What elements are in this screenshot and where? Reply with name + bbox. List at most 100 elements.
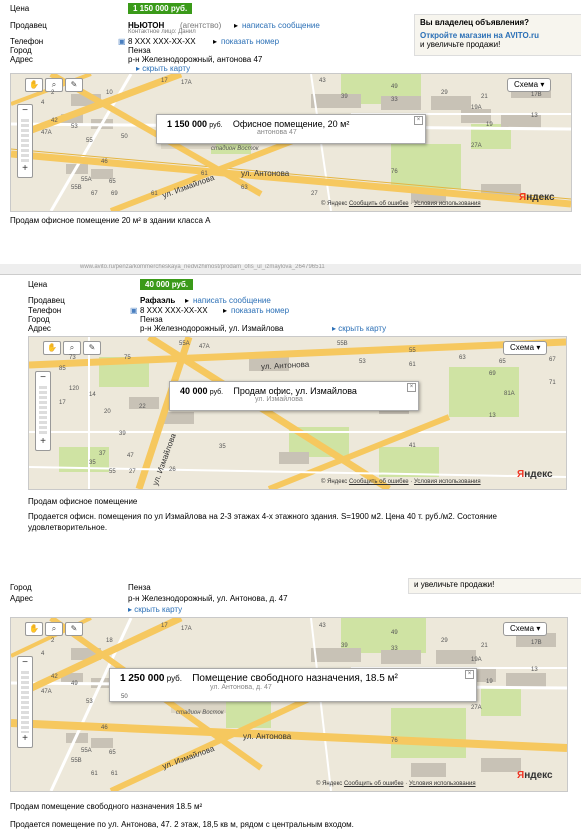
terms-link[interactable]: Условия использования — [414, 201, 481, 207]
address-label: Адрес — [28, 324, 51, 333]
zoom-slider[interactable] — [21, 671, 29, 733]
zoom-out-button[interactable]: − — [18, 105, 32, 117]
house-number-label: 17 — [59, 399, 66, 406]
address-value: р-н Железнодорожный, ул. Антонова, д. 47 — [128, 594, 288, 603]
write-message-link[interactable]: написать сообщение — [242, 21, 320, 30]
zoom-out-button[interactable]: − — [18, 657, 32, 669]
house-number-label: 61 — [201, 170, 208, 177]
yandex-logo: Яндекс — [517, 469, 553, 480]
house-number-label: 55A — [81, 177, 92, 184]
balloon-currency: руб. — [209, 389, 224, 396]
house-number-label: 49 — [391, 83, 398, 90]
hand-tool-icon[interactable]: ✋ — [25, 622, 43, 636]
map-type-label: Схема — [510, 343, 535, 352]
balloon-title: Помещение свободного назначения, 18.5 м² — [192, 673, 398, 684]
close-icon[interactable]: × — [465, 670, 474, 679]
zoom-in-button[interactable]: + — [36, 436, 50, 448]
house-number-label: 33 — [391, 646, 398, 653]
hide-map-link[interactable]: ▸ скрыть карту — [128, 605, 182, 614]
balloon-currency: руб. — [166, 674, 182, 683]
zoom-slider[interactable] — [21, 119, 29, 163]
arrow-icon: ▸ — [185, 296, 190, 305]
hand-tool-icon[interactable]: ✋ — [25, 78, 43, 92]
zoom-out-button[interactable]: − — [36, 372, 50, 384]
city-value: Пенза — [140, 315, 163, 324]
house-number-label: 53 — [71, 123, 78, 130]
house-number-label: 61 — [111, 771, 118, 777]
show-number-link[interactable]: показать номер — [221, 37, 279, 46]
map-balloon[interactable]: 1 250 000 руб. Помещение свободного назн… — [109, 668, 477, 702]
map[interactable]: ✋ ⌕ ✎ Схема ▾ − + ул. Антонова ул. Измай… — [28, 336, 567, 490]
map-type-select[interactable]: Схема ▾ — [503, 341, 548, 355]
map-balloon[interactable]: 1 150 000 руб. Офисное помещение, 20 м² … — [156, 114, 426, 144]
ruler-tool-icon[interactable]: ✎ — [65, 78, 83, 92]
house-number-label: 2 — [51, 638, 55, 645]
house-number-label: 81A — [504, 390, 515, 397]
balloon-price: 1 150 000 — [167, 119, 208, 129]
map-balloon[interactable]: 40 000 руб. Продам офис, ул. Измайлова у… — [169, 381, 419, 411]
zoom-control[interactable]: − + — [17, 104, 33, 178]
map-footer: © Яндекс Сообщить об ошибке · Условия ис… — [321, 201, 481, 207]
house-number-label: 65 — [109, 750, 116, 757]
terms-link[interactable]: Условия использования — [414, 479, 481, 485]
zoom-in-button[interactable]: + — [18, 163, 32, 175]
house-number-label: 49 — [71, 681, 78, 688]
map[interactable]: ✋ ⌕ ✎ Схема ▾ − + стадион Восток ул. Ант… — [10, 617, 568, 792]
phone-icon: ▣ — [118, 37, 126, 46]
listing-description: Продается помещение по ул. Антонова, 47.… — [10, 820, 354, 829]
house-number-label: 61 — [151, 190, 158, 197]
map-copyright: © Яндекс — [321, 479, 348, 485]
house-number-label: 17 — [161, 78, 168, 85]
report-error-link[interactable]: Сообщить об ошибке — [349, 201, 409, 207]
zoom-control[interactable]: − + — [17, 656, 33, 748]
ruler-tool-icon[interactable]: ✎ — [65, 622, 83, 636]
magnifier-tool-icon[interactable]: ⌕ — [63, 341, 81, 355]
report-error-link[interactable]: Сообщить об ошибке — [344, 781, 404, 787]
write-message-link[interactable]: написать сообщение — [193, 296, 271, 305]
house-number-label: 19 — [486, 679, 493, 686]
arrow-icon: ▸ — [234, 21, 239, 30]
house-number-label: 75 — [124, 354, 131, 361]
terms-link[interactable]: Условия использования — [409, 781, 476, 787]
magnifier-tool-icon[interactable]: ⌕ — [45, 622, 63, 636]
house-number-label: 35 — [219, 444, 226, 451]
price-label: Цена — [10, 4, 30, 13]
map[interactable]: ✋ ⌕ ✎ Схема ▾ − + стадион Восток ул. Ант… — [10, 73, 572, 212]
map-type-label: Схема — [514, 80, 539, 89]
street-label-antonova: ул. Антонова — [243, 732, 292, 741]
map-type-select[interactable]: Схема ▾ — [507, 78, 552, 92]
url-bar[interactable]: www.avito.ru/penza/kommercheskaya_nedviz… — [0, 264, 581, 275]
zoom-in-button[interactable]: + — [18, 733, 32, 745]
house-number-label: 27 — [311, 190, 318, 197]
house-number-label: 2 — [51, 90, 55, 97]
house-number-label: 120 — [69, 386, 80, 393]
phone-icon: ▣ — [130, 306, 138, 315]
balloon-title: Продам офис, ул. Измайлова — [233, 386, 357, 396]
house-number-label: 55 — [409, 347, 416, 354]
map-footer: © Яндекс Сообщить об ошибке · Условия ис… — [321, 479, 481, 485]
house-number-label: 33 — [391, 96, 398, 103]
house-number-label: 73 — [69, 354, 76, 361]
hand-tool-icon[interactable]: ✋ — [43, 341, 61, 355]
close-icon[interactable]: × — [414, 116, 423, 125]
report-error-link[interactable]: Сообщить об ошибке — [349, 479, 409, 485]
house-number-label: 10 — [106, 90, 113, 97]
hide-map-text: скрыть карту — [338, 324, 387, 333]
price-badge: 40 000 руб. — [140, 279, 194, 290]
promo-link[interactable]: Откройте магазин на AVITO.ru — [420, 31, 581, 40]
map-type-select[interactable]: Схема ▾ — [503, 622, 548, 636]
zoom-slider[interactable] — [39, 386, 47, 436]
listing-title: Продам офисное помещение — [28, 497, 138, 506]
phone-value: 8 XXX XXX-XX-XX — [140, 306, 208, 315]
show-number-link[interactable]: показать номер — [231, 306, 289, 315]
house-number-label: 17 — [161, 623, 168, 630]
zoom-control[interactable]: − + — [35, 371, 51, 451]
balloon-address: антонова 47 — [257, 129, 297, 136]
house-number-label: 71 — [549, 379, 556, 386]
ruler-tool-icon[interactable]: ✎ — [83, 341, 101, 355]
house-number-label: 47A — [41, 689, 52, 696]
close-icon[interactable]: × — [407, 383, 416, 392]
hide-map-link[interactable]: ▸ скрыть карту — [136, 64, 190, 73]
seller-label: Продавец — [10, 21, 47, 30]
hide-map-link[interactable]: ▸ скрыть карту — [332, 324, 386, 333]
